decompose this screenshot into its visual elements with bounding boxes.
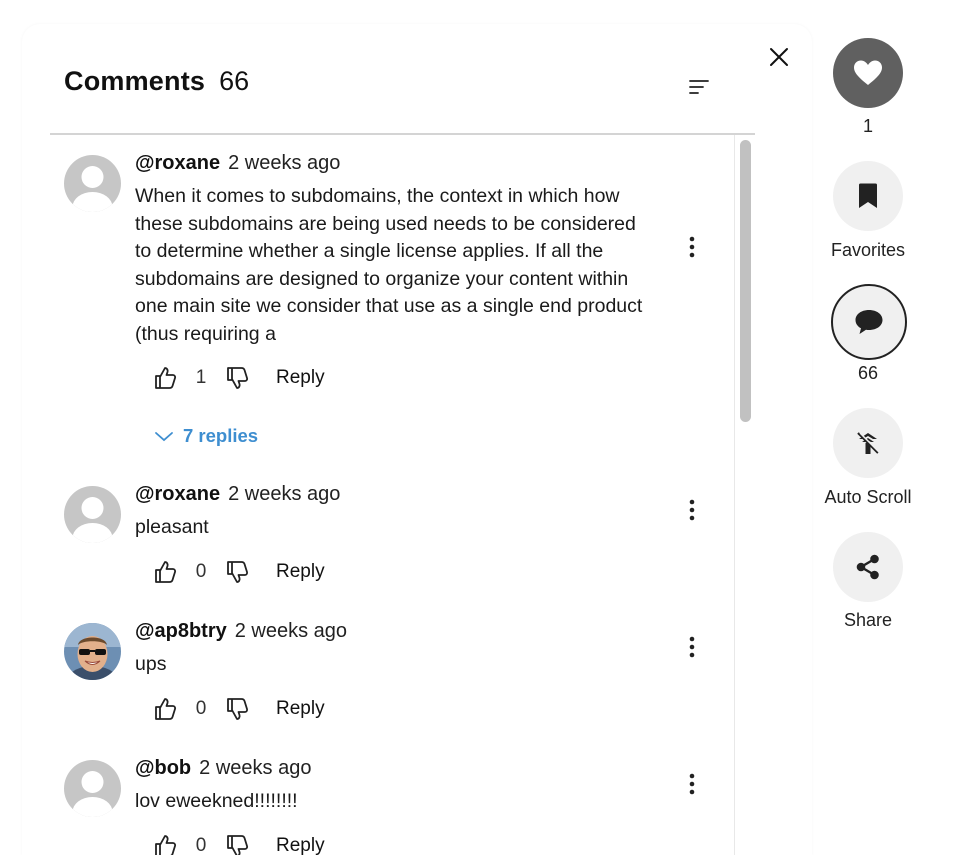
thumbs-down-icon xyxy=(227,561,249,583)
comment-meta: @bob 2 weeks ago xyxy=(135,757,311,780)
thumbs-up-icon xyxy=(155,367,177,389)
dislike-button[interactable] xyxy=(222,557,252,587)
comment-actions: 0 Reply xyxy=(150,829,325,855)
thumbs-down-icon xyxy=(227,835,249,855)
comment-list[interactable]: @roxane 2 weeks ago When it comes to subd… xyxy=(50,135,734,855)
avatar[interactable] xyxy=(64,760,121,817)
chat-bubble-icon xyxy=(855,310,883,334)
more-vertical-icon xyxy=(689,773,695,795)
share-icon xyxy=(856,554,879,580)
chevron-down-icon xyxy=(155,432,173,442)
like-button[interactable] xyxy=(150,694,180,724)
reply-button[interactable]: Reply xyxy=(276,367,325,389)
comments-toggle-button[interactable] xyxy=(831,284,907,360)
comment-username[interactable]: @bob xyxy=(135,757,191,779)
replies-count-label: 7 replies xyxy=(183,425,259,446)
comments-title: Comments xyxy=(64,66,206,96)
sort-icon xyxy=(689,80,709,94)
comment-more-button[interactable] xyxy=(680,232,704,262)
favorites-label: Favorites xyxy=(830,240,906,260)
comment-username[interactable]: @ap8btry xyxy=(135,620,227,642)
like-count: 0 xyxy=(195,835,207,855)
close-button[interactable] xyxy=(764,42,794,72)
comment-text: When it comes to subdomains, the context… xyxy=(135,185,643,345)
comment-more-button[interactable] xyxy=(680,495,704,525)
comment-meta: @roxane 2 weeks ago xyxy=(135,483,340,506)
comment-username[interactable]: @roxane xyxy=(135,152,220,174)
comment-time: 2 weeks ago xyxy=(199,757,312,779)
reply-button[interactable]: Reply xyxy=(276,835,325,855)
avatar[interactable] xyxy=(64,155,121,212)
like-button[interactable] xyxy=(150,363,180,393)
more-vertical-icon xyxy=(689,636,695,658)
more-vertical-icon xyxy=(689,499,695,521)
comment-actions: 1 Reply xyxy=(150,361,325,395)
auto-scroll-button[interactable] xyxy=(833,408,903,478)
comments-count-label: 66 xyxy=(857,363,879,383)
thumbs-down-icon xyxy=(227,367,249,389)
comment-time: 2 weeks ago xyxy=(228,483,341,505)
like-count-label: 1 xyxy=(862,116,873,136)
comment-more-button[interactable] xyxy=(680,769,704,799)
comment-actions: 0 Reply xyxy=(150,692,325,726)
dislike-button[interactable] xyxy=(222,363,252,393)
like-button[interactable] xyxy=(150,831,180,855)
heart-icon xyxy=(854,60,882,85)
thumbs-up-icon xyxy=(155,835,177,855)
comment-time: 2 weeks ago xyxy=(228,152,341,174)
comment-text: lov eweekned!!!!!!!! xyxy=(135,790,298,812)
thumbs-up-icon xyxy=(155,698,177,720)
auto-scroll-label: Auto Scroll xyxy=(824,487,912,507)
auto-scroll-icon xyxy=(857,432,881,454)
comment-time: 2 weeks ago xyxy=(234,620,348,642)
share-label: Share xyxy=(843,610,893,630)
view-replies-button[interactable]: 7 replies xyxy=(152,425,258,447)
dislike-button[interactable] xyxy=(222,694,252,724)
comment-actions: 0 Reply xyxy=(150,555,325,589)
like-count: 0 xyxy=(195,561,207,582)
comment-meta: @roxane 2 weeks ago xyxy=(135,152,340,175)
user-photo-avatar xyxy=(64,623,121,680)
comments-count: 66 xyxy=(219,66,250,96)
avatar[interactable] xyxy=(64,623,121,680)
scrollbar[interactable] xyxy=(734,135,756,855)
bookmark-icon xyxy=(859,183,877,208)
default-avatar-icon xyxy=(64,760,121,817)
sort-button[interactable] xyxy=(686,74,712,100)
default-avatar-icon xyxy=(64,155,121,212)
avatar[interactable] xyxy=(64,486,121,543)
comment-text: ups xyxy=(135,653,167,675)
comments-header: Comments 66 xyxy=(64,66,249,97)
like-count: 1 xyxy=(195,367,207,388)
more-vertical-icon xyxy=(689,236,695,258)
scrollbar-thumb[interactable] xyxy=(740,140,751,422)
thumbs-up-icon xyxy=(155,561,177,583)
comment-meta: @ap8btry 2 weeks ago xyxy=(135,620,347,643)
thumbs-down-icon xyxy=(227,698,249,720)
comment-more-button[interactable] xyxy=(680,632,704,662)
close-icon xyxy=(770,48,788,66)
like-button[interactable] xyxy=(150,557,180,587)
comment-text: pleasant xyxy=(135,516,209,538)
like-count: 0 xyxy=(195,698,207,719)
dislike-button[interactable] xyxy=(222,831,252,855)
favorites-button[interactable] xyxy=(833,161,903,231)
share-button[interactable] xyxy=(833,532,903,602)
default-avatar-icon xyxy=(64,486,121,543)
comment-username[interactable]: @roxane xyxy=(135,483,220,505)
reply-button[interactable]: Reply xyxy=(276,561,325,583)
reply-button[interactable]: Reply xyxy=(276,698,325,720)
like-video-button[interactable] xyxy=(833,38,903,108)
